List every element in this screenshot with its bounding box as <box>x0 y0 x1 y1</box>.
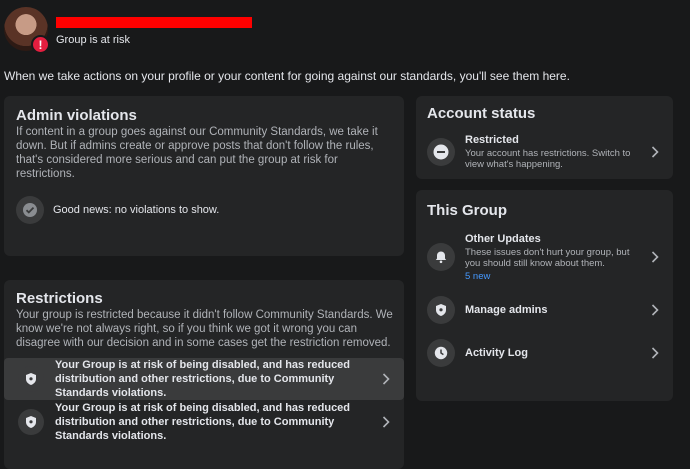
restriction-item[interactable]: Your Group is at risk of being disabled,… <box>4 358 404 400</box>
redacted-name <box>56 17 252 28</box>
chevron-right-icon <box>382 416 390 428</box>
alert-icon: ! <box>31 35 50 54</box>
admin-violations-title: Admin violations <box>16 107 137 124</box>
manage-admins-row[interactable]: Manage admins <box>416 294 673 326</box>
chevron-right-icon <box>651 251 659 263</box>
check-icon <box>16 196 44 224</box>
this-group-title: This Group <box>427 202 507 219</box>
profile-header: ! Group is at risk <box>0 0 690 62</box>
chevron-right-icon <box>651 304 659 316</box>
account-restricted-title: Restricted <box>465 134 519 146</box>
bell-icon <box>427 243 455 271</box>
shield-icon <box>18 366 44 392</box>
manage-admins-label: Manage admins <box>465 304 548 316</box>
admin-violations-description: If content in a group goes against our C… <box>16 126 378 180</box>
restriction-item-text: Your Group is at risk of being disabled,… <box>55 402 351 442</box>
chevron-right-icon <box>651 347 659 359</box>
chevron-right-icon <box>651 146 659 158</box>
restrictions-title: Restrictions <box>16 290 103 307</box>
new-updates-count[interactable]: 5 new <box>465 271 645 282</box>
minus-icon <box>427 138 455 166</box>
clock-icon <box>427 339 455 367</box>
chevron-right-icon <box>382 373 390 385</box>
shield-icon <box>427 296 455 324</box>
activity-log-row[interactable]: Activity Log <box>416 337 673 369</box>
restriction-item[interactable]: Your Group is at risk of being disabled,… <box>4 401 404 443</box>
activity-log-label: Activity Log <box>465 347 528 359</box>
this-group-card: This Group Other Updates These issues do… <box>416 190 673 401</box>
restrictions-description: Your group is restricted because it didn… <box>16 309 393 349</box>
intro-text: When we take actions on your profile or … <box>4 69 570 83</box>
account-status-title: Account status <box>427 105 536 122</box>
account-restricted-subtitle: Your account has restrictions. Switch to… <box>465 148 631 170</box>
good-news-text: Good news: no violations to show. <box>53 204 220 216</box>
good-news-row: Good news: no violations to show. <box>16 196 219 224</box>
other-updates-row[interactable]: Other Updates These issues don't hurt yo… <box>416 232 673 282</box>
other-updates-subtitle: These issues don't hurt your group, but … <box>465 246 630 269</box>
restriction-item-text: Your Group is at risk of being disabled,… <box>55 359 351 399</box>
restrictions-card: Restrictions Your group is restricted be… <box>4 280 404 469</box>
other-updates-title: Other Updates <box>465 232 541 245</box>
account-status-card: Account status Restricted Your account h… <box>416 96 673 179</box>
shield-icon <box>18 409 44 435</box>
admin-violations-card: Admin violations If content in a group g… <box>4 96 404 256</box>
group-status-text: Group is at risk <box>56 34 130 46</box>
account-restricted-row[interactable]: Restricted Your account has restrictions… <box>416 130 673 174</box>
